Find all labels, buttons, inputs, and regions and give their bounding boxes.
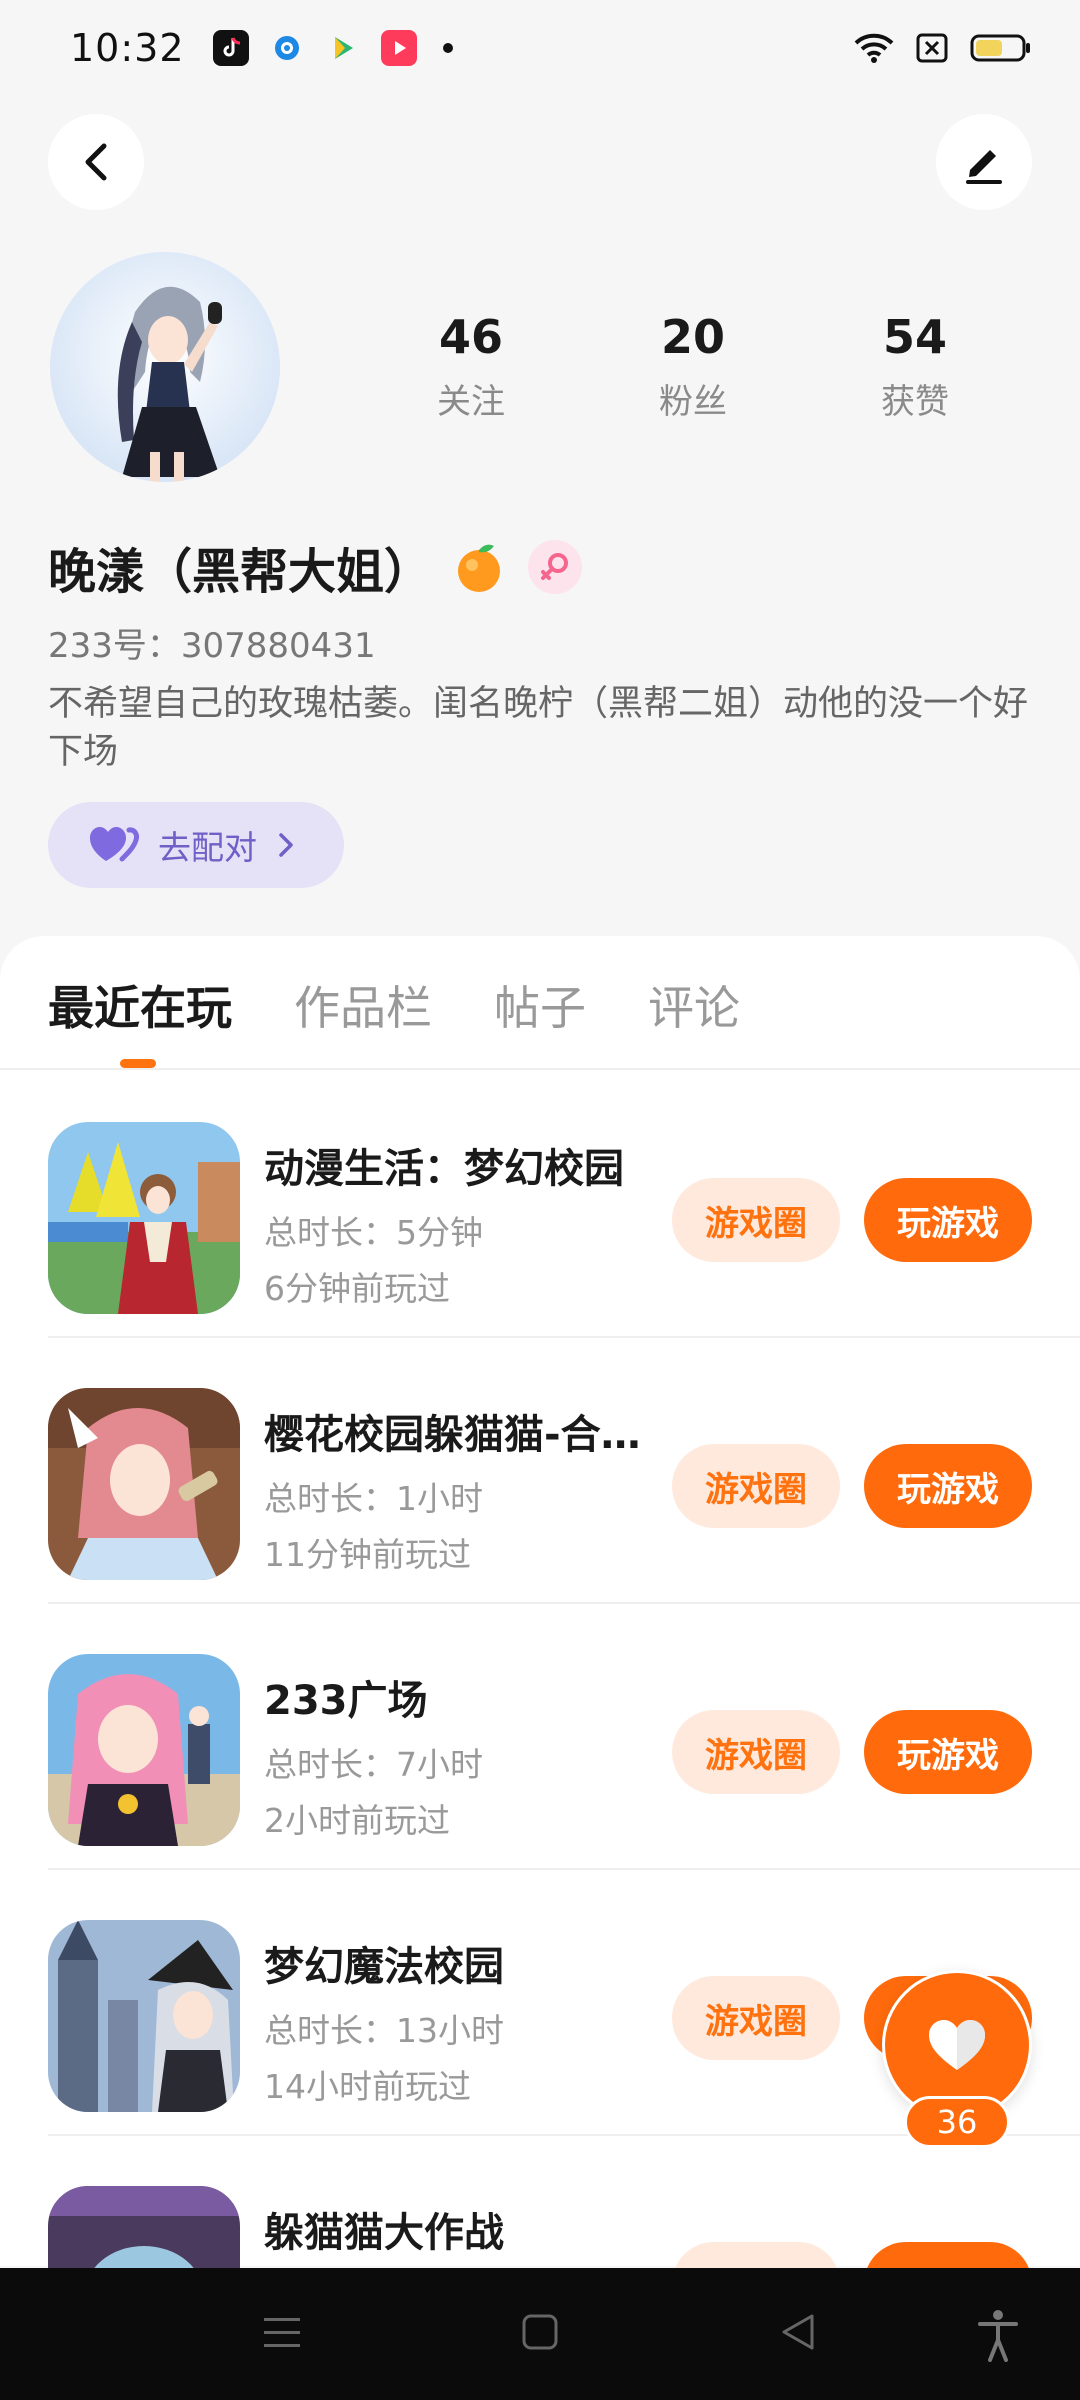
heart-pair-icon <box>90 827 139 862</box>
game-row[interactable]: 233广场 总时长：7小时 2小时前玩过 游戏圈 玩游戏 <box>0 1604 1080 1870</box>
game-row[interactable]: 樱花校园躲猫猫-合… 总时长：1小时 11分钟前玩过 游戏圈 玩游戏 <box>0 1338 1080 1604</box>
game-icon[interactable] <box>48 1388 240 1580</box>
status-bar: 10:32 <box>0 0 1080 96</box>
match-button-label: 去配对 <box>158 828 257 867</box>
stat-following[interactable]: 46 关注 <box>360 310 582 423</box>
game-circle-button[interactable]: 游戏圈 <box>672 1444 840 1528</box>
orange-badge-icon[interactable] <box>452 540 506 594</box>
tab-comments[interactable]: 评论 <box>648 972 740 1038</box>
profile-bio: 不希望自己的玫瑰枯萎。闺名晚柠（黑帮二姐）动他的没一个好下场 <box>48 684 1029 772</box>
game-circle-button[interactable]: 游戏圈 <box>672 1710 840 1794</box>
game-circle-button[interactable]: 游戏圈 <box>672 1178 840 1262</box>
tab-posts[interactable]: 帖子 <box>494 972 586 1038</box>
stat-fans[interactable]: 20 粉丝 <box>582 310 804 423</box>
stat-label: 粉丝 <box>659 382 727 422</box>
notification-dot-icon <box>442 43 453 53</box>
chevron-right-icon <box>279 833 293 857</box>
game-name: 动漫生活：梦幻校园 <box>264 1146 624 1192</box>
game-list: 动漫生活：梦幻校园 总时长：5分钟 6分钟前玩过 游戏圈 玩游戏 樱花校园躲猫猫… <box>0 1072 1080 2400</box>
game-name: 躲猫猫大作战 <box>264 2210 504 2256</box>
profile-name: 晚漾（黑帮大姐） <box>48 544 433 600</box>
stat-value: 20 <box>660 310 725 364</box>
sim-off-icon <box>916 33 948 63</box>
wifi-icon <box>854 33 894 63</box>
youtube-music-icon <box>380 30 417 66</box>
battery-icon <box>970 34 1030 62</box>
stat-value: 46 <box>438 310 503 364</box>
tiktok-icon <box>212 30 249 66</box>
tab-works[interactable]: 作品栏 <box>294 972 432 1038</box>
menu-icon[interactable] <box>262 2308 302 2358</box>
back-arrow-icon <box>85 143 107 181</box>
game-last-played: 11分钟前玩过 <box>264 1535 471 1574</box>
game-duration: 总时长：7小时 <box>264 1745 483 1784</box>
game-name: 梦幻魔法校园 <box>264 1944 504 1990</box>
match-button[interactable]: 去配对 <box>48 802 344 888</box>
tab-recently-played[interactable]: 最近在玩 <box>48 972 232 1038</box>
status-right <box>854 32 1032 64</box>
game-name: 樱花校园躲猫猫-合… <box>264 1412 641 1458</box>
like-count: 36 <box>904 2096 1010 2148</box>
game-last-played: 2小时前玩过 <box>264 1801 450 1840</box>
game-last-played: 6分钟前玩过 <box>264 1269 450 1308</box>
home-icon[interactable] <box>520 2308 560 2358</box>
divider <box>0 1068 1080 1070</box>
stat-value: 54 <box>882 310 947 364</box>
game-circle-button[interactable]: 游戏圈 <box>672 1976 840 2060</box>
gender-female-badge <box>528 540 583 594</box>
game-duration: 总时长：5分钟 <box>264 1213 483 1252</box>
video-app-icon <box>325 30 361 66</box>
edit-pen-icon <box>966 150 1002 184</box>
game-icon[interactable] <box>48 1654 240 1846</box>
accessibility-icon[interactable] <box>976 2308 1020 2364</box>
user-id: 233号：307880431 <box>48 626 376 666</box>
game-duration: 总时长：1小时 <box>264 1479 483 1518</box>
game-row[interactable]: 动漫生活：梦幻校园 总时长：5分钟 6分钟前玩过 游戏圈 玩游戏 <box>0 1072 1080 1338</box>
play-game-button[interactable]: 玩游戏 <box>864 1178 1032 1262</box>
browser-icon <box>269 30 305 66</box>
play-game-button[interactable]: 玩游戏 <box>864 1710 1032 1794</box>
female-icon <box>541 553 569 580</box>
back-button[interactable] <box>48 114 144 210</box>
name-row: 晚漾（黑帮大姐） <box>48 532 583 602</box>
profile-tabs: 最近在玩 作品栏 帖子 评论 <box>48 972 740 1038</box>
game-icon[interactable] <box>48 1920 240 2112</box>
game-icon[interactable] <box>48 1122 240 1314</box>
edit-profile-button[interactable] <box>936 114 1032 210</box>
back-nav-icon[interactable] <box>778 2308 818 2358</box>
stat-label: 获赞 <box>881 382 949 422</box>
stat-label: 关注 <box>437 382 505 422</box>
heart-icon <box>929 2020 985 2070</box>
profile-stats: 46 关注 20 粉丝 54 获赞 <box>360 310 1026 423</box>
game-last-played: 14小时前玩过 <box>264 2067 471 2106</box>
stat-likes[interactable]: 54 获赞 <box>804 310 1026 423</box>
game-duration: 总时长：13小时 <box>264 2011 504 2050</box>
play-game-button[interactable]: 玩游戏 <box>864 1444 1032 1528</box>
game-name: 233广场 <box>264 1678 428 1724</box>
status-app-icons <box>212 30 453 66</box>
avatar[interactable] <box>50 252 280 482</box>
tab-indicator <box>120 1059 156 1068</box>
system-nav-bar <box>0 2268 1080 2400</box>
status-time: 10:32 <box>70 26 185 70</box>
